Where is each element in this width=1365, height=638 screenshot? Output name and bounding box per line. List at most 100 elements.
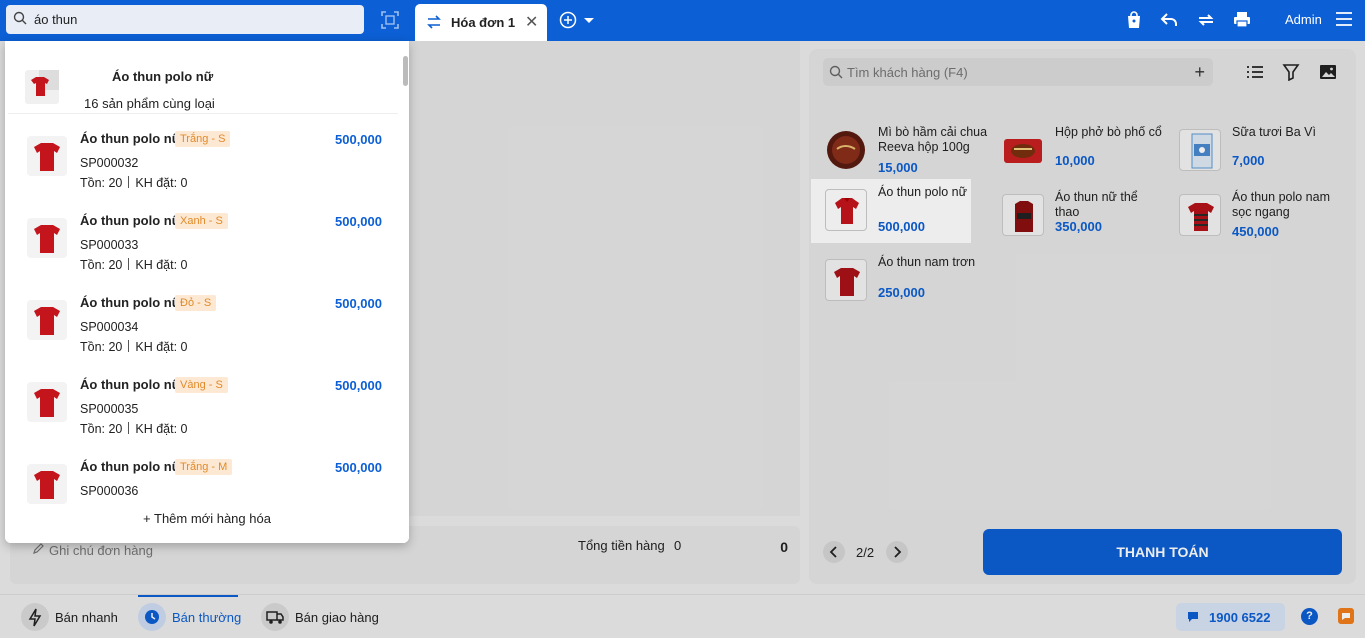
barcode-scan-icon[interactable] xyxy=(380,10,400,30)
total-amount: 0 xyxy=(780,539,788,555)
product-price: 500,000 xyxy=(878,219,925,234)
product-thumbnail xyxy=(825,129,867,171)
clock-icon xyxy=(138,603,166,631)
stock-info: Tồn: 20 KH đặt: 0 xyxy=(80,422,188,436)
product-name: Áo thun polo nữ xyxy=(878,185,967,199)
ordered-count: KH đặt: 0 xyxy=(135,258,188,272)
product-thumbnail xyxy=(825,259,867,301)
search-result-item[interactable]: Áo thun polo nữ Trắng - S 500,000 SP0000… xyxy=(5,116,395,198)
product-thumbnail xyxy=(27,136,67,176)
printer-icon[interactable] xyxy=(1232,10,1252,30)
variant-tag: Đỏ - S xyxy=(175,295,217,311)
product-card[interactable]: Hộp phở bò phố cổ 10,000 xyxy=(988,119,1162,179)
filter-icon[interactable] xyxy=(1282,63,1300,81)
variant-tag: Xanh - S xyxy=(175,213,228,229)
add-customer-icon[interactable]: + xyxy=(1194,62,1205,83)
add-tab-icon[interactable] xyxy=(559,11,577,29)
page-indicator: 2/2 xyxy=(856,545,875,560)
product-card[interactable]: Mì bò hầm cải chua Reeva hộp 100g 15,000 xyxy=(811,119,987,179)
product-name: Mì bò hầm cải chua Reeva hộp 100g xyxy=(878,125,988,154)
product-name: Áo thun polo nữ xyxy=(80,131,182,146)
swap-icon[interactable] xyxy=(426,14,442,30)
shopping-bag-icon[interactable] xyxy=(1124,10,1144,30)
variant-tag: Vàng - S xyxy=(175,377,228,393)
close-tab-icon[interactable]: ✕ xyxy=(525,12,538,32)
variant-tag: Trắng - S xyxy=(175,131,231,147)
product-thumbnail xyxy=(1002,129,1044,171)
search-result-item[interactable]: Áo thun polo nữ Vàng - S 500,000 SP00003… xyxy=(5,362,395,444)
product-thumbnail xyxy=(1002,194,1044,236)
total-label: Tổng tiền hàng xyxy=(578,538,665,553)
product-price: 250,000 xyxy=(878,285,925,300)
dropdown-scrollbar[interactable] xyxy=(403,56,408,86)
product-price: 15,000 xyxy=(878,160,918,175)
customer-search-input[interactable] xyxy=(847,62,1177,82)
product-price: 7,000 xyxy=(1232,153,1265,168)
product-code: SP000036 xyxy=(80,484,139,498)
product-name: Áo thun polo nữ xyxy=(80,459,182,474)
product-group-result[interactable]: Áo thun polo nữ 16 sản phẩm cùng loại xyxy=(8,44,398,114)
menu-icon[interactable] xyxy=(1336,12,1352,26)
hotline-button[interactable]: 1900 6522 xyxy=(1176,603,1285,631)
chevron-left-icon[interactable] xyxy=(823,541,845,563)
product-name: Áo thun nữ thể thao xyxy=(1055,190,1138,219)
product-price: 500,000 xyxy=(335,378,382,393)
product-search-box[interactable] xyxy=(6,5,364,34)
stock-info: Tồn: 20 KH đặt: 0 xyxy=(80,340,188,354)
variant-tag: Trắng - M xyxy=(175,459,233,475)
checkout-button[interactable]: THANH TOÁN xyxy=(983,529,1342,575)
product-group-title: Áo thun polo nữ xyxy=(112,69,214,84)
bottom-bar: Bán nhanh Bán thường Bán giao hàng 1900 … xyxy=(0,594,1365,638)
product-card[interactable]: Sữa tươi Ba Vì 7,000 xyxy=(1165,119,1325,179)
product-card[interactable]: Áo thun polo nam sọc ngang 450,000 xyxy=(1165,184,1330,254)
chevron-right-icon[interactable] xyxy=(886,541,908,563)
feedback-icon[interactable] xyxy=(1338,608,1354,624)
product-thumbnail xyxy=(27,382,67,422)
search-result-item[interactable]: Áo thun polo nữ Đỏ - S 500,000 SP000034 … xyxy=(5,280,395,362)
top-bar: Hóa đơn 1 ✕ Admin xyxy=(0,0,1365,41)
stock-count: Tồn: 20 xyxy=(80,176,123,190)
customer-search-box[interactable]: + xyxy=(823,58,1213,86)
product-name: Áo thun polo nữ xyxy=(80,295,182,310)
tab-invoice-1[interactable]: Hóa đơn 1 ✕ xyxy=(415,4,547,41)
list-view-icon[interactable] xyxy=(1246,63,1264,81)
product-code: SP000033 xyxy=(80,238,139,252)
product-code: SP000035 xyxy=(80,402,139,416)
ordered-count: KH đặt: 0 xyxy=(135,176,188,190)
product-card-selected[interactable]: Áo thun polo nữ 500,000 xyxy=(811,179,971,243)
product-price: 500,000 xyxy=(335,214,382,229)
product-price: 350,000 xyxy=(1055,219,1102,234)
product-panel: + Mì bò hầm cải chua Reeva hộp 100g 15,0… xyxy=(809,49,1356,584)
product-thumbnail xyxy=(27,218,67,258)
tab-label: Hóa đơn 1 xyxy=(451,15,516,30)
search-result-item[interactable]: Áo thun polo nữ Xanh - S 500,000 SP00003… xyxy=(5,198,395,280)
add-new-product-link[interactable]: + Thêm mới hàng hóa xyxy=(5,509,409,543)
product-search-input[interactable] xyxy=(34,8,354,30)
image-view-icon[interactable] xyxy=(1319,63,1337,81)
undo-icon[interactable] xyxy=(1159,10,1179,30)
product-code: SP000034 xyxy=(80,320,139,334)
product-thumbnail xyxy=(825,189,867,231)
product-price: 500,000 xyxy=(335,132,382,147)
product-price: 450,000 xyxy=(1232,224,1279,239)
product-name: Áo thun polo nữ xyxy=(80,377,182,392)
search-icon xyxy=(13,11,27,25)
sync-icon[interactable] xyxy=(1196,10,1216,30)
search-results-dropdown: Áo thun polo nữ 16 sản phẩm cùng loại Áo… xyxy=(5,41,409,543)
mode-label: Bán nhanh xyxy=(55,610,118,625)
mode-delivery-sale[interactable]: Bán giao hàng xyxy=(261,595,381,638)
order-note-placeholder: Ghi chú đơn hàng xyxy=(49,543,153,558)
mode-normal-sale[interactable]: Bán thường xyxy=(138,595,241,638)
bolt-icon xyxy=(21,603,49,631)
help-icon[interactable]: ? xyxy=(1301,608,1318,625)
pencil-icon xyxy=(32,542,45,558)
product-card[interactable]: Áo thun nam trơn 250,000 xyxy=(811,249,975,309)
order-note[interactable]: Ghi chú đơn hàng xyxy=(32,542,153,558)
mode-quick-sale[interactable]: Bán nhanh xyxy=(21,595,121,638)
product-price: 500,000 xyxy=(335,460,382,475)
user-name[interactable]: Admin xyxy=(1285,12,1322,27)
product-name: Áo thun polo nam sọc ngang xyxy=(1232,190,1330,219)
chevron-down-icon[interactable] xyxy=(584,18,594,23)
product-name: Áo thun polo nữ xyxy=(80,213,182,228)
product-card[interactable]: Áo thun nữ thể thao 350,000 xyxy=(988,184,1148,244)
